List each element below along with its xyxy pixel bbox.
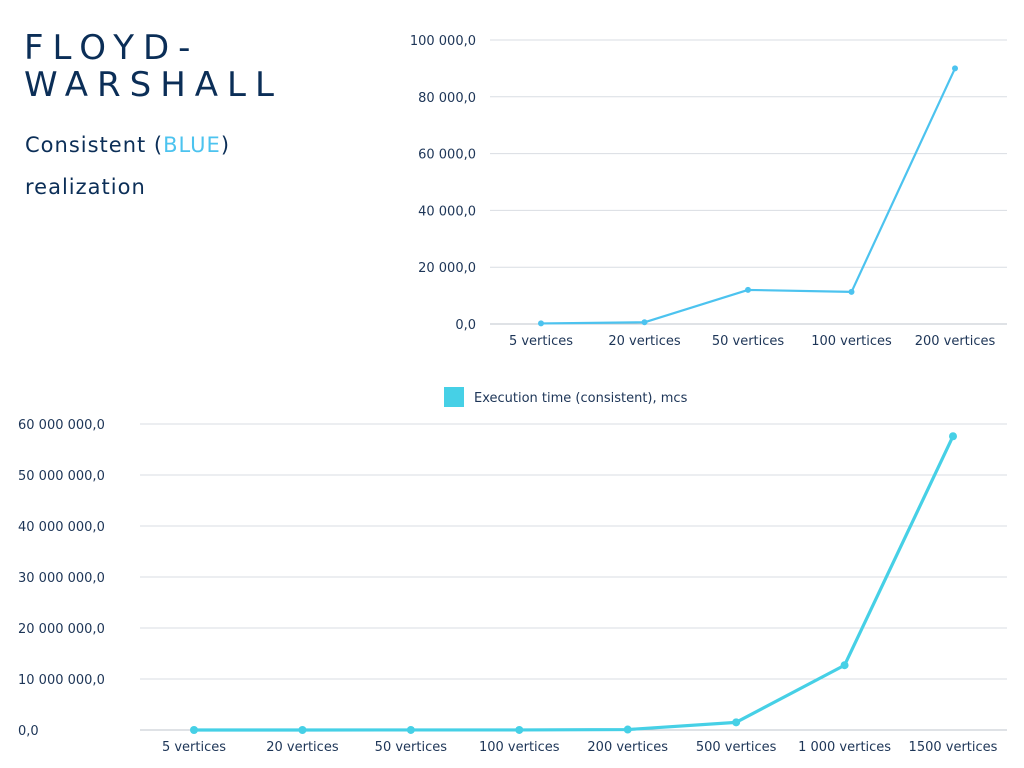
- data-point: [840, 661, 849, 670]
- data-point: [515, 725, 524, 734]
- legend-swatch: [444, 387, 464, 407]
- x-tick-label: 50 vertices: [375, 740, 448, 755]
- y-tick-label: 20 000 000,0: [18, 622, 105, 637]
- x-tick-label: 20 vertices: [266, 740, 339, 755]
- x-tick-label: 1 000 vertices: [798, 740, 891, 755]
- x-tick-label: 5 vertices: [162, 740, 226, 755]
- data-point: [406, 725, 415, 734]
- bottom-line-chart: 0,0 10 000 000,0 20 000 000,0 30 000 000,0 4…: [18, 387, 1007, 755]
- data-point: [732, 718, 741, 727]
- y-tick-label: 40 000 000,0: [18, 520, 105, 535]
- x-tick-label: 1500 vertices: [909, 740, 998, 755]
- data-point: [623, 725, 632, 734]
- x-tick-label: 500 vertices: [696, 740, 777, 755]
- y-tick-label: 30 000 000,0: [18, 571, 105, 586]
- y-tick-label: 0,0: [18, 724, 39, 739]
- y-tick-label: 60 000 000,0: [18, 418, 105, 433]
- data-point: [298, 725, 307, 734]
- data-point: [190, 725, 198, 734]
- y-tick-label: 50 000 000,0: [18, 469, 105, 484]
- series-line: [192, 434, 955, 732]
- data-point: [949, 432, 957, 441]
- x-tick-label: 200 vertices: [587, 740, 668, 755]
- legend-label: Execution time (consistent), mcs: [474, 391, 688, 406]
- x-tick-label: 100 vertices: [479, 740, 560, 755]
- y-tick-label: 10 000 000,0: [18, 673, 105, 688]
